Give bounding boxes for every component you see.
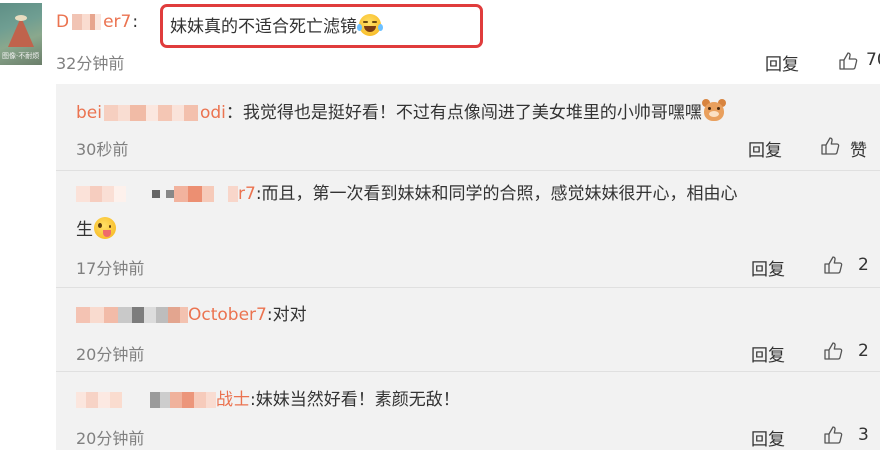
redacted-name-block	[170, 392, 182, 408]
reply-item: 战士:妹妹当然好看！素颜无敌！ 20分钟前 回复 3	[56, 372, 880, 450]
red-highlight-annotation	[160, 4, 483, 48]
redacted-name-block	[152, 190, 160, 198]
redacted-name-block	[144, 307, 156, 323]
reply-panel: bei odi：我觉得也是挺好看！不过有点像闯进了美女堆里的小帅哥嘿嘿 30秒前 …	[56, 84, 880, 450]
main-comment-author[interactable]: Der7:	[56, 12, 138, 32]
reply-content: October7:对对	[76, 303, 307, 327]
reply-text: 我觉得也是挺好看！不过有点像闯进了美女堆里的小帅哥嘿嘿	[242, 103, 702, 123]
reply-content: r7:而且，第一次看到妹妹和同学的合照，感觉妹妹很开心，相由心	[76, 182, 738, 206]
reply-item: r7:而且，第一次看到妹妹和同学的合照，感觉妹妹很开心，相由心 生 17分钟前 …	[56, 171, 880, 287]
reply-author-tail[interactable]: October7	[188, 305, 267, 325]
avatar-caption: 图像·不耐烦	[2, 52, 40, 60]
redacted-name-block	[76, 186, 90, 202]
redacted-name-block	[117, 105, 130, 121]
reply-text-line-2: 生	[76, 220, 93, 240]
like-count: 3	[858, 425, 869, 445]
colon-separator: ：	[225, 103, 243, 123]
redacted-name-block	[132, 307, 144, 323]
redacted-gap	[126, 186, 152, 202]
reply-text: :妹妹当然好看！素颜无敌！	[250, 390, 460, 410]
redacted-name-block	[102, 186, 114, 202]
redacted-name-block	[86, 392, 98, 408]
redacted-name-block	[228, 186, 238, 202]
reply-author-tail[interactable]: odi	[200, 103, 226, 123]
reply-author-head[interactable]: bei	[76, 103, 102, 123]
avatar-mountain-shape	[8, 17, 34, 47]
reply-timestamp: 17分钟前	[76, 259, 145, 278]
reply-content: bei odi：我觉得也是挺好看！不过有点像闯进了美女堆里的小帅哥嘿嘿	[76, 99, 726, 125]
redacted-name-block	[90, 186, 102, 202]
redacted-name-block	[95, 14, 102, 30]
redacted-name-block	[150, 392, 160, 408]
redacted-name-block	[182, 392, 194, 408]
like-label[interactable]: 赞	[850, 136, 867, 161]
redacted-name-block	[98, 392, 110, 408]
redacted-name-block	[174, 186, 188, 202]
reply-timestamp: 30秒前	[76, 140, 129, 159]
like-icon[interactable]	[838, 51, 858, 71]
redacted-name-block	[188, 186, 202, 202]
reply-item: bei odi：我觉得也是挺好看！不过有点像闯进了美女堆里的小帅哥嘿嘿 30秒前 …	[56, 84, 880, 169]
redacted-name-block	[202, 186, 214, 202]
redacted-gap	[214, 186, 228, 202]
redacted-name-block	[104, 307, 118, 323]
reply-content: 战士:妹妹当然好看！素颜无敌！	[76, 388, 460, 412]
redacted-name-block	[156, 307, 168, 323]
redacted-name-block	[183, 105, 198, 121]
colon-separator: :	[132, 12, 139, 32]
redacted-name-block	[76, 307, 90, 323]
redacted-name-block	[157, 105, 172, 121]
redacted-name-block	[90, 307, 104, 323]
reply-content-line-2: 生	[76, 217, 116, 242]
reply-text-line-1: :而且，第一次看到妹妹和同学的合照，感觉妹妹很开心，相由心	[255, 184, 738, 204]
main-comment: 图像·不耐烦 Der7: 妹妹真的不适合死亡滤镜 32分钟前 回复 70	[0, 0, 880, 84]
reply-button[interactable]: 回复	[751, 255, 785, 280]
like-icon[interactable]	[823, 341, 843, 361]
author-name-tail: er7	[103, 12, 132, 32]
redacted-name-block	[129, 105, 146, 121]
redacted-name-block	[145, 105, 158, 121]
redacted-name-block	[166, 190, 174, 198]
weibo-comment-thread: 图像·不耐烦 Der7: 妹妹真的不适合死亡滤镜 32分钟前 回复 70 bei…	[0, 0, 880, 450]
like-count: 2	[858, 341, 869, 361]
redacted-name-block	[103, 105, 118, 121]
reply-text: :对对	[266, 305, 307, 325]
reply-button[interactable]: 回复	[765, 50, 799, 75]
like-icon[interactable]	[820, 136, 840, 156]
reply-button[interactable]: 回复	[751, 425, 785, 450]
like-icon[interactable]	[823, 255, 843, 275]
redacted-name-block	[118, 307, 132, 323]
redacted-name-block	[171, 105, 184, 121]
redacted-name-block	[180, 307, 188, 323]
redacted-name-block	[160, 392, 170, 408]
avatar[interactable]: 图像·不耐烦	[0, 3, 42, 65]
redacted-name-block	[110, 392, 122, 408]
comment-timestamp: 32分钟前	[56, 54, 125, 73]
reply-author-tail[interactable]: 战士	[216, 390, 250, 410]
reply-timestamp: 20分钟前	[76, 429, 145, 448]
like-icon[interactable]	[823, 425, 843, 445]
redacted-name-block	[72, 14, 83, 30]
redacted-name-block	[82, 14, 91, 30]
like-count: 70	[866, 50, 880, 70]
redacted-name-block	[206, 392, 216, 408]
reply-button[interactable]: 回复	[748, 136, 782, 161]
avatar-snowcap-shape	[15, 15, 27, 21]
like-count: 2	[858, 255, 869, 275]
redacted-name-block	[194, 392, 206, 408]
redacted-name-block	[114, 186, 126, 202]
bear-emoji	[701, 99, 726, 123]
redacted-name-block	[76, 392, 86, 408]
author-name-head: D	[56, 12, 70, 32]
reply-item: October7:对对 20分钟前 回复 2	[56, 288, 880, 371]
reply-timestamp: 20分钟前	[76, 345, 145, 364]
tongue-out-emoji	[94, 217, 116, 239]
redacted-name-block	[168, 307, 180, 323]
reply-author-tail[interactable]: r7	[238, 184, 256, 204]
reply-button[interactable]: 回复	[751, 341, 785, 366]
redacted-gap	[122, 392, 150, 408]
